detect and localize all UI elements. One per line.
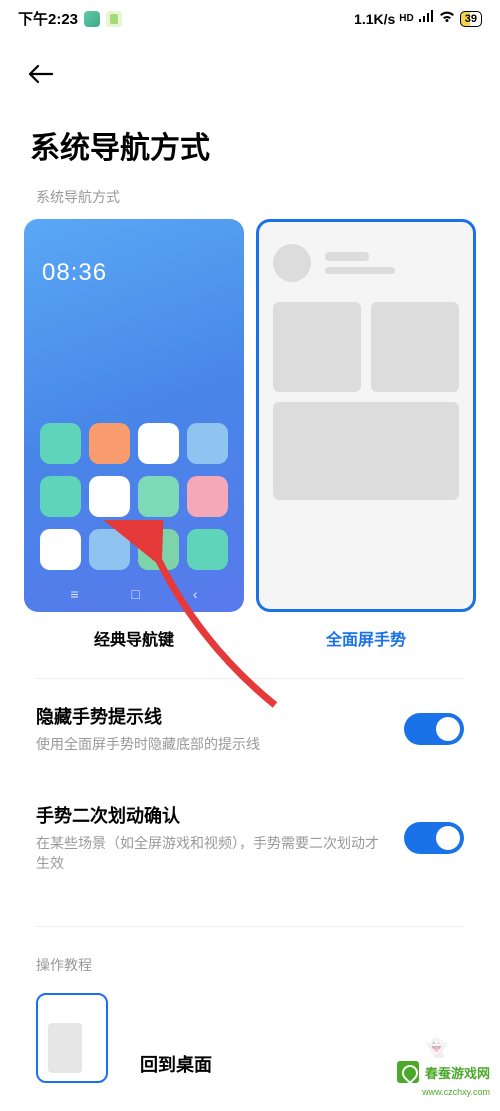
setting-desc: 使用全面屏手势时隐藏底部的提示线 [36, 735, 384, 755]
preview-clock: 08:36 [42, 259, 107, 287]
back-button[interactable] [18, 53, 64, 97]
skeleton-block [273, 402, 459, 500]
battery-indicator: 39 [460, 11, 482, 27]
status-bar: 下午2:23 1.1K/s HD 39 [0, 0, 500, 33]
skeleton-block [273, 302, 361, 392]
preview-app-icon [89, 423, 130, 464]
preview-app-icon [187, 476, 228, 517]
nav-option-gesture[interactable]: 全面屏手势 [256, 219, 476, 650]
setting-double-swipe: 手势二次划动确认 在某些场景（如全屏游戏和视频），手势需要二次划动才生效 [0, 778, 500, 897]
tutorial-card-home[interactable] [36, 993, 108, 1083]
preview-app-icon [138, 476, 179, 517]
back-icon: ‹ [193, 586, 198, 602]
preview-app-icon [40, 423, 81, 464]
preview-nav-bar: ≡ □ ‹ [24, 586, 244, 602]
skeleton-lines [325, 252, 395, 274]
app-icon-1 [84, 11, 100, 27]
toggle-double-swipe[interactable] [404, 822, 464, 854]
section-label-nav: 系统导航方式 [0, 187, 500, 219]
preview-app-icon [40, 529, 81, 570]
navigation-mode-options: 08:36 ≡ □ ‹ 经典导航键 [0, 219, 500, 650]
menu-icon: ≡ [70, 586, 78, 602]
tutorial-thumb [48, 1023, 82, 1073]
home-icon: □ [132, 586, 140, 602]
skeleton-block [371, 302, 459, 392]
classic-preview: 08:36 ≡ □ ‹ [24, 219, 244, 612]
hd-indicator: HD [399, 13, 413, 24]
watermark-brand: 春蚕游戏网 [425, 1063, 490, 1082]
preview-app-icon [138, 529, 179, 570]
preview-app-grid [40, 423, 228, 570]
status-time: 下午2:23 [18, 8, 78, 29]
tutorial-title: 回到桌面 [140, 1051, 212, 1077]
status-right: 1.1K/s HD 39 [354, 10, 482, 28]
watermark: 春蚕游戏网 [397, 1061, 490, 1083]
signal-icon [418, 10, 434, 28]
app-icon-2 [106, 11, 122, 27]
watermark-logo-icon [397, 1061, 419, 1083]
preview-app-icon [89, 476, 130, 517]
battery-level: 39 [460, 11, 482, 27]
status-left: 下午2:23 [18, 8, 122, 29]
divider [36, 926, 464, 927]
watermark-url: www.czchxy.com [422, 1087, 490, 1097]
setting-desc: 在某些场景（如全屏游戏和视频），手势需要二次划动才生效 [36, 834, 384, 873]
nav-option-classic[interactable]: 08:36 ≡ □ ‹ 经典导航键 [24, 219, 244, 650]
preview-app-icon [40, 476, 81, 517]
page-title: 系统导航方式 [0, 107, 500, 187]
gesture-label: 全面屏手势 [326, 626, 406, 650]
section-label-tutorial: 操作教程 [36, 955, 464, 975]
classic-label: 经典导航键 [94, 626, 174, 650]
preview-app-icon [187, 423, 228, 464]
watermark-ghost-icon: 👻 [426, 1038, 448, 1059]
preview-app-icon [89, 529, 130, 570]
network-speed: 1.1K/s [354, 11, 395, 27]
setting-title: 手势二次划动确认 [36, 802, 384, 828]
skeleton-avatar [273, 244, 311, 282]
wifi-icon [438, 10, 456, 28]
toggle-hide-hint[interactable] [404, 713, 464, 745]
preview-app-icon [187, 529, 228, 570]
setting-title: 隐藏手势提示线 [36, 703, 384, 729]
header [0, 33, 500, 107]
setting-hide-hint-line: 隐藏手势提示线 使用全面屏手势时隐藏底部的提示线 [0, 679, 500, 779]
skeleton-content [259, 222, 473, 522]
preview-app-icon [138, 423, 179, 464]
gesture-preview [256, 219, 476, 612]
